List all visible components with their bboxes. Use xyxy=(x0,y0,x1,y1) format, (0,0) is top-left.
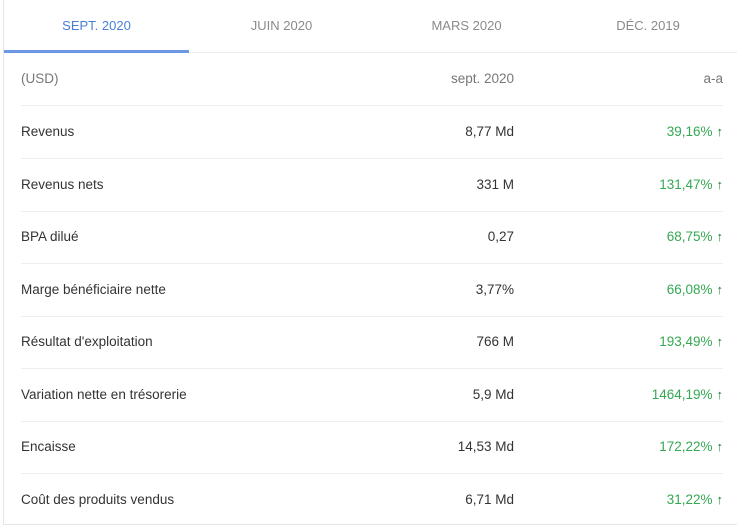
change-value: 131,47% xyxy=(659,176,713,192)
table-row: Marge bénéficiaire nette 3,77% 66,08% ↑ xyxy=(21,264,723,317)
metric-change: 31,22% ↑ xyxy=(667,474,723,526)
metric-label: Encaisse xyxy=(21,439,76,454)
change-value: 31,22% xyxy=(666,491,713,507)
metric-label: Résultat d'exploitation xyxy=(21,334,153,349)
metric-value: 8,77 Md xyxy=(465,124,514,139)
period-tabs: SEPT. 2020 JUIN 2020 MARS 2020 DÉC. 2019 xyxy=(4,0,737,53)
change-value: 172,22% xyxy=(659,439,713,454)
metric-label: BPA dilué xyxy=(21,229,79,244)
metric-value: 5,9 Md xyxy=(472,386,514,402)
table-row: Revenus 8,77 Md 39,16% ↑ xyxy=(21,106,723,159)
metric-value: 6,71 Md xyxy=(465,491,514,507)
metric-label: Coût des produits vendus xyxy=(21,491,175,507)
table-header: (USD) sept. 2020 a-a xyxy=(21,53,723,106)
tab-dec-2019[interactable]: DÉC. 2019 xyxy=(559,0,737,52)
metric-value: 3,77% xyxy=(475,281,514,297)
metric-change: 1464,19% ↑ xyxy=(652,369,723,421)
change-value: 193,49% xyxy=(659,334,713,349)
table-row: Encaisse 14,53 Md 172,22% ↑ xyxy=(21,421,723,474)
metric-value: 766 M xyxy=(476,334,514,349)
tab-sept-2020[interactable]: SEPT. 2020 xyxy=(4,0,189,53)
arrow-up-icon: ↑ xyxy=(716,386,724,402)
arrow-up-icon: ↑ xyxy=(716,334,724,349)
currency-label: (USD) xyxy=(21,71,59,86)
metric-label: Variation nette en trésorerie xyxy=(21,386,187,402)
table-row: Revenus nets 331 M 131,47% ↑ xyxy=(21,159,723,212)
change-value: 1464,19% xyxy=(651,386,713,402)
period-column-header: sept. 2020 xyxy=(450,71,514,86)
arrow-up-icon: ↑ xyxy=(716,439,724,454)
metric-change: 39,16% ↑ xyxy=(667,106,723,158)
arrow-up-icon: ↑ xyxy=(716,176,724,192)
metric-label: Marge bénéficiaire nette xyxy=(21,281,166,297)
metric-change: 66,08% ↑ xyxy=(667,264,723,316)
metric-value: 331 M xyxy=(476,176,514,192)
tab-juin-2020[interactable]: JUIN 2020 xyxy=(189,0,374,52)
change-value: 39,16% xyxy=(666,124,713,139)
yoy-column-header: a-a xyxy=(703,71,723,86)
arrow-up-icon: ↑ xyxy=(716,124,724,139)
metric-value: 0,27 xyxy=(487,229,514,244)
arrow-up-icon: ↑ xyxy=(716,491,724,507)
table-row: Variation nette en trésorerie 5,9 Md 1464,… xyxy=(21,369,723,422)
change-value: 66,08% xyxy=(666,281,713,297)
metric-change: 68,75% ↑ xyxy=(667,211,723,263)
metric-change: 172,22% ↑ xyxy=(659,421,723,473)
table-row: Résultat d'exploitation 766 M 193,49% ↑ xyxy=(21,316,723,369)
table-row: Coût des produits vendus 6,71 Md 31,22% ↑ xyxy=(21,474,723,526)
arrow-up-icon: ↑ xyxy=(716,281,724,297)
change-value: 68,75% xyxy=(666,229,713,244)
tab-mars-2020[interactable]: MARS 2020 xyxy=(374,0,559,52)
table-row: BPA dilué 0,27 68,75% ↑ xyxy=(21,211,723,264)
metric-label: Revenus xyxy=(21,124,75,139)
metric-change: 193,49% ↑ xyxy=(659,316,723,368)
metric-value: 14,53 Md xyxy=(457,439,514,454)
metric-label: Revenus nets xyxy=(21,176,104,192)
financials-card: SEPT. 2020 JUIN 2020 MARS 2020 DÉC. 2019… xyxy=(3,0,737,525)
arrow-up-icon: ↑ xyxy=(716,229,724,244)
metric-change: 131,47% ↑ xyxy=(659,159,723,211)
